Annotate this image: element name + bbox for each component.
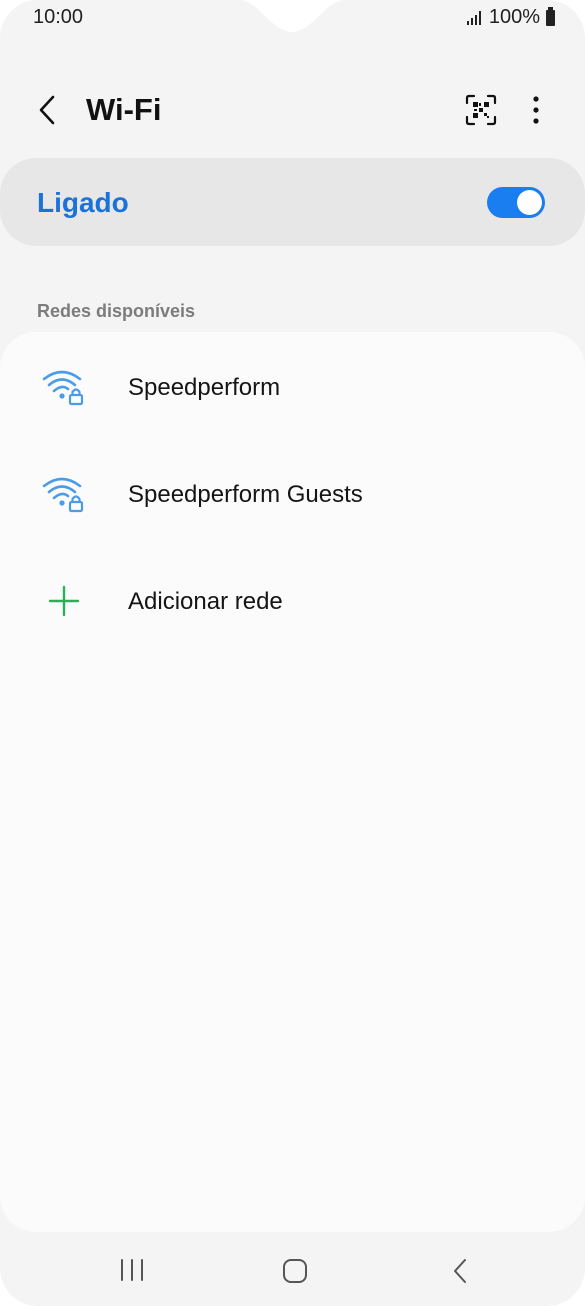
status-bar: 10:00 100% (0, 0, 585, 34)
battery-icon (546, 6, 555, 26)
wifi-switch[interactable] (487, 187, 545, 218)
more-options-icon[interactable] (523, 94, 549, 126)
network-name: Speedperform Guests (128, 481, 363, 508)
status-indicators: 100% (466, 6, 555, 29)
page-title: Wi-Fi (86, 92, 162, 127)
plus-icon (48, 585, 80, 617)
available-networks-heading: Redes disponíveis (37, 301, 196, 321)
wifi-lock-icon (42, 370, 84, 406)
wifi-toggle-row[interactable]: Ligado (0, 158, 585, 246)
battery-percent: 100% (488, 6, 540, 28)
phone-screen: 10:00 100% Wi-Fi Ligado Redes disponívei… (0, 0, 585, 1306)
navigation-bar (0, 1232, 585, 1306)
add-network-item[interactable]: Adicionar rede (0, 561, 585, 641)
add-network-label: Adicionar rede (128, 588, 283, 615)
app-header: Wi-Fi (0, 78, 585, 142)
network-item[interactable]: Speedperform Guests (0, 454, 585, 534)
wifi-lock-icon (42, 477, 84, 513)
recent-apps-icon[interactable] (118, 1258, 146, 1282)
qr-scan-icon[interactable] (465, 94, 497, 126)
status-time: 10:00 (33, 6, 84, 28)
wifi-toggle-label: Ligado (37, 187, 129, 218)
signal-icon (466, 10, 481, 25)
network-name: Speedperform (128, 374, 281, 401)
networks-list: Speedperform Speedperform Guests Adicion… (0, 332, 585, 1232)
switch-knob (517, 190, 542, 215)
home-icon[interactable] (282, 1258, 308, 1284)
nav-back-icon[interactable] (450, 1257, 470, 1285)
network-item[interactable]: Speedperform (0, 347, 585, 427)
back-arrow-icon[interactable] (33, 92, 63, 128)
